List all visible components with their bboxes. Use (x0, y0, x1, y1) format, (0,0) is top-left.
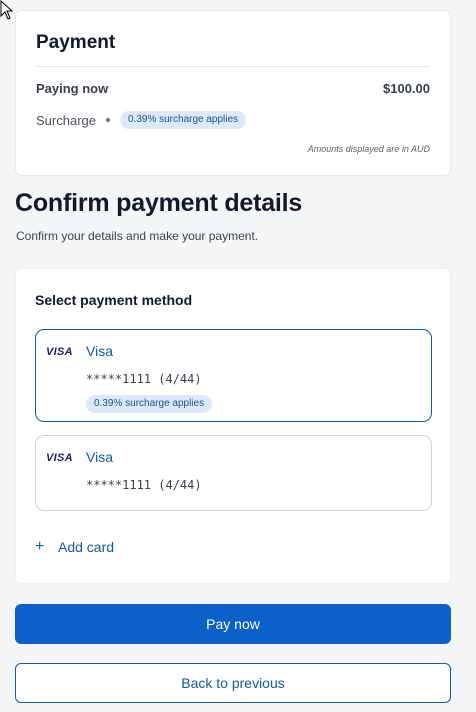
visa-logo-icon: VISA (46, 452, 73, 464)
card-masked-number: *****1111 (4/44) (86, 478, 202, 492)
bullet-separator (105, 118, 110, 122)
payment-method-title: Select payment method (35, 292, 193, 308)
payment-method-option[interactable]: VISA Visa *****1111 (4/44) (35, 435, 432, 511)
payment-method-option-selected[interactable]: VISA Visa *****1111 (4/44) 0.39% surchar… (35, 329, 432, 422)
card-masked-number: *****1111 (4/44) (86, 372, 202, 386)
surcharge-badge: 0.39% surcharge applies (86, 395, 213, 413)
divider (36, 66, 430, 67)
paying-now-label: Paying now (36, 81, 109, 96)
pay-now-button[interactable]: Pay now (15, 604, 451, 644)
currency-note: Amounts displayed are in AUD (307, 144, 430, 154)
page-title: Confirm payment details (15, 189, 303, 217)
payment-method-card: Select payment method VISA Visa *****111… (15, 268, 451, 584)
back-to-previous-button[interactable]: Back to previous (15, 663, 451, 703)
add-card-button[interactable]: + Add card (35, 538, 115, 556)
page-subtitle: Confirm your details and make your payme… (16, 229, 259, 243)
mouse-pointer-icon (0, 0, 14, 20)
surcharge-label: Surcharge (36, 112, 96, 128)
surcharge-badge: 0.39% surcharge applies (119, 111, 247, 129)
card-brand-name: Visa (86, 449, 113, 465)
add-card-label: Add card (58, 539, 115, 555)
surcharge-row: Surcharge 0.39% surcharge applies (36, 111, 247, 129)
payment-summary-card: Payment Paying now $100.00 Surcharge 0.3… (15, 10, 451, 176)
plus-icon: + (35, 538, 45, 555)
payment-title: Payment (36, 32, 116, 53)
paying-now-amount: $100.00 (383, 81, 430, 96)
card-brand-name: Visa (86, 343, 113, 359)
visa-logo-icon: VISA (46, 346, 73, 358)
